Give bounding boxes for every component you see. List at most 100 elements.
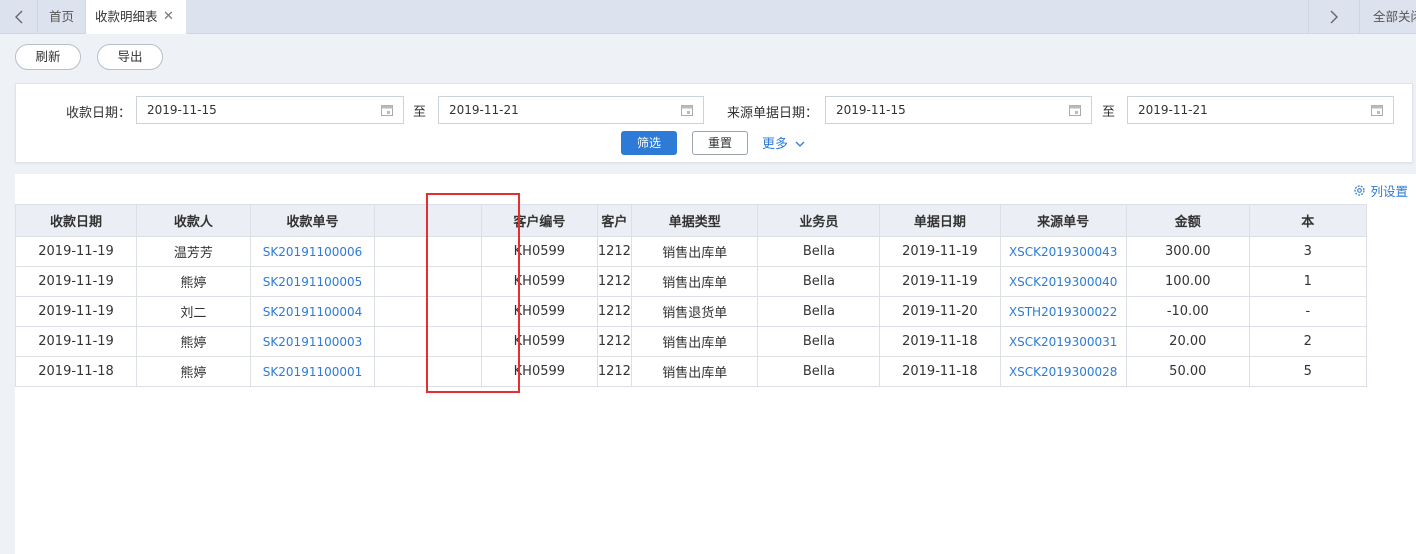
receipt-table: 收款日期 收款人 收款单号 客户编号 客户 单据类型 业务员 单据日期 来源单号 金额本 2019… (14, 204, 1416, 387)
amount-cell: 20.00 (1125, 326, 1250, 357)
close-icon[interactable]: ✕ (163, 0, 174, 34)
calendar-icon (1069, 105, 1081, 116)
col-customer-code-header[interactable]: 客户编号 (480, 204, 598, 237)
doc-type-cell: 销售出库单 (630, 326, 759, 357)
receipt-date-from-value: 2019-11-15 (147, 103, 217, 117)
payee-cell: 熊婷 (136, 356, 251, 387)
doc-type-cell: 销售出库单 (630, 266, 759, 297)
blank-cell (374, 356, 482, 387)
cust-code-cell: KH0599 (480, 236, 598, 267)
source-date-from-value: 2019-11-15 (836, 103, 906, 117)
table-row[interactable]: 2019-11-19 熊婷 SK20191100003 KH0599 1212 销售出库单… (14, 326, 1416, 357)
cust-code-cell: KH0599 (480, 326, 598, 357)
filter-panel: 收款日期： 2019-11-15 至 2019-11-21 来源单据日期： 20… (15, 83, 1413, 163)
table-header-row: 收款日期 收款人 收款单号 客户编号 客户 单据类型 业务员 单据日期 来源单号 金额本 (14, 204, 1416, 237)
customer-cell: 1212 (596, 326, 632, 357)
blank-cell (374, 266, 482, 297)
to-label-1: 至 (413, 105, 427, 120)
refresh-button[interactable]: 刷新 (15, 44, 81, 70)
tab-receipt-detail[interactable]: 收款明细表 ✕ (86, 0, 186, 34)
col-extra-header[interactable]: 本 (1248, 204, 1367, 237)
source-no-cell[interactable]: XSCK2019300040 (999, 266, 1127, 297)
chevron-left-icon (14, 10, 22, 24)
sales-cell: Bella (757, 236, 881, 267)
receipt-date-label: 收款日期： (66, 106, 132, 121)
receipt-date-from-input[interactable]: 2019-11-15 (136, 96, 404, 124)
amount-cell: 50.00 (1125, 356, 1250, 387)
extra-cell: 5 (1248, 356, 1367, 387)
doc-type-cell: 销售退货单 (630, 296, 759, 327)
cust-code-cell: KH0599 (480, 296, 598, 327)
no-cell[interactable]: SK20191100004 (249, 296, 376, 327)
col-blank-header[interactable] (374, 204, 482, 237)
date-cell: 2019-11-19 (14, 266, 138, 297)
doc-date-cell: 2019-11-18 (879, 326, 1001, 357)
calendar-icon (381, 105, 393, 116)
source-no-cell[interactable]: XSCK2019300031 (999, 326, 1127, 357)
source-no-cell[interactable]: XSTH2019300022 (999, 296, 1127, 327)
grid-area: 列设置 收款日期 收款人 收款单号 客户编号 客户 单据类型 业务员 单据日期 来源单号 金额本 … (14, 174, 1416, 554)
blank-cell (374, 236, 482, 267)
source-date-to-value: 2019-11-21 (1138, 103, 1208, 117)
blank-cell (374, 296, 482, 327)
receipt-date-to-value: 2019-11-21 (449, 103, 519, 117)
date-cell: 2019-11-18 (14, 356, 138, 387)
blank-cell (374, 326, 482, 357)
table-row[interactable]: 2019-11-19 温芳芳 SK20191100006 KH0599 1212 销售出库… (14, 236, 1416, 267)
no-cell[interactable]: SK20191100001 (249, 356, 376, 387)
column-settings-button[interactable]: 列设置 (1353, 181, 1408, 200)
receipt-date-to-input[interactable]: 2019-11-21 (438, 96, 704, 124)
gear-icon (1354, 185, 1366, 196)
col-doc-date-header[interactable]: 单据日期 (879, 204, 1001, 237)
customer-cell: 1212 (596, 356, 632, 387)
amount-cell: 300.00 (1125, 236, 1250, 267)
doc-date-cell: 2019-11-19 (879, 266, 1001, 297)
cust-code-cell: KH0599 (480, 356, 598, 387)
doc-date-cell: 2019-11-18 (879, 356, 1001, 387)
filter-button[interactable]: 筛选 (621, 131, 677, 155)
no-cell[interactable]: SK20191100006 (249, 236, 376, 267)
source-no-cell[interactable]: XSCK2019300043 (999, 236, 1127, 267)
source-no-cell[interactable]: XSCK2019300028 (999, 356, 1127, 387)
no-cell[interactable]: SK20191100003 (249, 326, 376, 357)
sales-cell: Bella (757, 356, 881, 387)
chevron-down-icon (795, 141, 805, 147)
tab-scroll-left-button[interactable] (0, 0, 38, 34)
customer-cell: 1212 (596, 266, 632, 297)
calendar-icon (681, 105, 693, 116)
reset-button[interactable]: 重置 (692, 131, 748, 155)
table-row[interactable]: 2019-11-19 刘二 SK20191100004 KH0599 1212 销售退货单… (14, 296, 1416, 327)
source-date-from-input[interactable]: 2019-11-15 (825, 96, 1092, 124)
col-doc-type-header[interactable]: 单据类型 (630, 204, 759, 237)
col-source-no-header[interactable]: 来源单号 (999, 204, 1127, 237)
tab-scroll-right-button[interactable] (1308, 0, 1360, 34)
table-row[interactable]: 2019-11-19 熊婷 SK20191100005 KH0599 1212 销售出库单… (14, 266, 1416, 297)
col-receipt-date-header[interactable]: 收款日期 (14, 204, 138, 237)
date-cell: 2019-11-19 (14, 236, 138, 267)
doc-date-cell: 2019-11-20 (879, 296, 1001, 327)
col-salesperson-header[interactable]: 业务员 (757, 204, 881, 237)
col-customer-header[interactable]: 客户 (596, 204, 632, 237)
no-cell[interactable]: SK20191100005 (249, 266, 376, 297)
amount-cell: 100.00 (1125, 266, 1250, 297)
date-cell: 2019-11-19 (14, 326, 138, 357)
close-all-tabs-button[interactable]: 全部关闭 (1360, 0, 1416, 34)
payee-cell: 刘二 (136, 296, 251, 327)
col-payee-header[interactable]: 收款人 (136, 204, 251, 237)
tab-bar: 首页 收款明细表 ✕ 全部关闭 (0, 0, 1416, 34)
calendar-icon (1371, 105, 1383, 116)
tab-home[interactable]: 首页 (38, 0, 86, 34)
tab-label: 收款明细表 (95, 9, 158, 24)
extra-cell: 3 (1248, 236, 1367, 267)
more-filters-button[interactable]: 更多 (762, 133, 805, 152)
col-receipt-no-header[interactable]: 收款单号 (249, 204, 376, 237)
extra-cell: - (1248, 296, 1367, 327)
payee-cell: 温芳芳 (136, 236, 251, 267)
cust-code-cell: KH0599 (480, 266, 598, 297)
table-row[interactable]: 2019-11-18 熊婷 SK20191100001 KH0599 1212 销售出库单… (14, 356, 1416, 387)
source-date-to-input[interactable]: 2019-11-21 (1127, 96, 1394, 124)
export-button[interactable]: 导出 (97, 44, 163, 70)
col-amount-header[interactable]: 金额 (1125, 204, 1250, 237)
source-date-label: 来源单据日期： (727, 106, 819, 121)
payee-cell: 熊婷 (136, 326, 251, 357)
